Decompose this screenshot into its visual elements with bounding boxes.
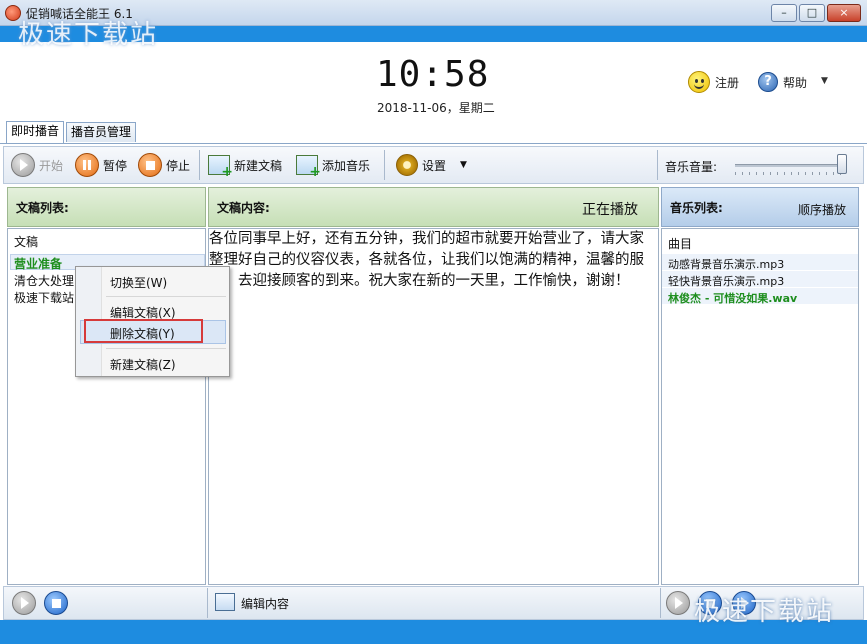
play-mode-label[interactable]: 顺序播放 (798, 201, 846, 218)
list-item[interactable]: 营业准备 (14, 255, 62, 272)
clock: 10:58 (376, 54, 490, 95)
volume-slider-track[interactable] (735, 164, 847, 167)
watermark-top: 极速下载站 (18, 20, 159, 50)
menu-item-switch-to[interactable]: 切换至(W) (110, 274, 167, 291)
docs-play-icon[interactable] (12, 591, 36, 615)
help-dropdown-arrow-icon[interactable]: ▼ (821, 76, 828, 86)
help-button[interactable]: ? 帮助 (758, 70, 807, 94)
start-label: 开始 (39, 158, 64, 173)
menu-item-new-document[interactable]: 新建文稿(Z) (110, 356, 176, 373)
stop-icon (138, 153, 162, 177)
stop-button[interactable]: 停止 (138, 151, 190, 179)
pause-icon (75, 153, 99, 177)
volume-label: 音乐音量: (665, 160, 718, 174)
new-document-icon (208, 155, 233, 180)
settings-button[interactable]: 设置 ▼ (396, 151, 467, 179)
register-label: 注册 (715, 75, 740, 90)
docs-column-header: 文稿 (14, 235, 39, 249)
minimize-button[interactable]: – (771, 4, 797, 22)
toolbar-divider (657, 150, 658, 180)
settings-icon (396, 154, 418, 176)
docs-stop-icon[interactable] (44, 591, 68, 615)
play-icon (11, 153, 35, 177)
docs-panel-header: 文稿列表: (7, 187, 206, 227)
list-item[interactable]: 轻快背景音乐演示.mp3 (668, 273, 784, 289)
toolbar-divider (384, 150, 385, 180)
add-music-label: 添加音乐 (322, 158, 371, 173)
volume-slider-thumb[interactable] (837, 154, 847, 174)
pause-button[interactable]: 暂停 (75, 151, 127, 179)
annotation-highlight-box (84, 319, 203, 343)
new-document-label: 新建文稿 (234, 158, 283, 173)
smiley-icon (688, 71, 710, 93)
maximize-button[interactable]: □ (799, 4, 825, 22)
edit-content-icon (215, 593, 235, 611)
toolbar-divider (199, 150, 200, 180)
tab-announcer-management[interactable]: 播音员管理 (66, 122, 137, 142)
stop-label: 停止 (166, 158, 191, 173)
list-item[interactable]: 极速下载站 (14, 289, 74, 306)
volume-slider-ticks (735, 172, 847, 175)
list-item[interactable]: 清仓大处理 (14, 272, 74, 289)
date-label: 2018-11-06，星期二 (377, 101, 495, 115)
playing-status: 正在播放 (582, 202, 638, 218)
help-icon: ? (758, 72, 778, 92)
pause-label: 暂停 (103, 158, 128, 173)
music-play-icon[interactable] (666, 591, 690, 615)
settings-dropdown-arrow-icon: ▼ (460, 160, 467, 170)
document-content-text[interactable]: 各位同事早上好，还有五分钟，我们的超市就要开始营业了，请大家整理好自己的仪容仪表… (209, 229, 658, 292)
settings-label: 设置 (422, 158, 447, 173)
close-button[interactable]: × (827, 4, 861, 22)
music-column-header: 曲目 (668, 237, 693, 251)
new-document-button[interactable]: 新建文稿 (208, 151, 283, 180)
add-music-icon (296, 155, 321, 180)
watermark-bottom: 极速下载站 (694, 597, 835, 627)
edit-content-button[interactable]: 编辑内容 (241, 595, 289, 612)
start-button[interactable]: 开始 (11, 151, 63, 179)
menu-divider (106, 296, 226, 297)
menu-divider (106, 348, 226, 349)
bottom-divider (207, 588, 208, 618)
list-item[interactable]: 林俊杰 - 可惜没如果.wav (668, 290, 797, 306)
tab-live-broadcast[interactable]: 即时播音 (6, 121, 65, 143)
register-button[interactable]: 注册 (688, 70, 739, 94)
bottom-divider (660, 588, 661, 618)
add-music-button[interactable]: 添加音乐 (296, 151, 371, 180)
help-label: 帮助 (783, 75, 808, 90)
list-item[interactable]: 动感背景音乐演示.mp3 (668, 256, 784, 272)
